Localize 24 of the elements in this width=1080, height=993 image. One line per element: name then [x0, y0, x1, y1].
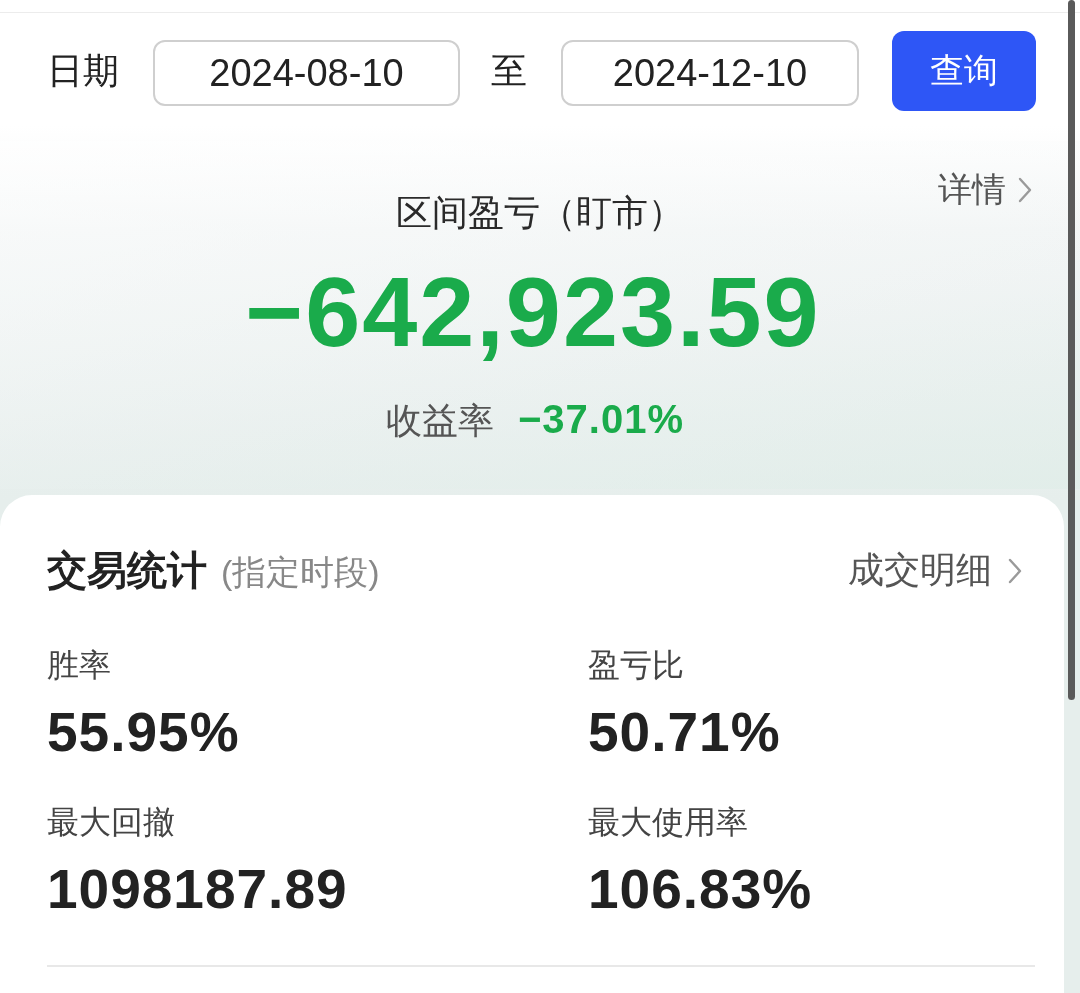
stats-title: 交易统计 — [47, 547, 207, 594]
pnl-amount: −642,923.59 — [245, 262, 821, 361]
stat-value: 50.71% — [588, 702, 781, 763]
stat-label: 最大使用率 — [588, 802, 748, 842]
stat-label: 盈亏比 — [588, 646, 684, 685]
detail-link[interactable]: 详情 — [938, 167, 1032, 213]
return-rate-value: −37.01% — [518, 397, 684, 442]
scrollbar[interactable] — [1068, 0, 1075, 700]
stat-value: 1098187.89 — [47, 859, 348, 920]
start-date-field[interactable]: 2024-08-10 — [153, 40, 460, 106]
range-separator: 至 — [491, 48, 527, 93]
stat-label: 胜率 — [47, 646, 111, 685]
stat-label: 最大回撤 — [47, 802, 175, 842]
summary-title: 区间盈亏（盯市） — [396, 191, 684, 235]
chevron-right-icon — [1008, 557, 1022, 584]
chevron-right-icon — [1018, 177, 1032, 203]
stats-subtitle: (指定时段) — [221, 552, 380, 593]
query-button[interactable]: 查询 — [892, 31, 1036, 111]
trade-details-link[interactable]: 成交明细 — [848, 546, 1022, 595]
stat-value: 55.95% — [47, 702, 240, 763]
return-rate-label: 收益率 — [386, 399, 494, 443]
date-label: 日期 — [47, 48, 119, 93]
end-date-field[interactable]: 2024-12-10 — [561, 40, 859, 106]
stat-value: 106.83% — [588, 859, 813, 920]
